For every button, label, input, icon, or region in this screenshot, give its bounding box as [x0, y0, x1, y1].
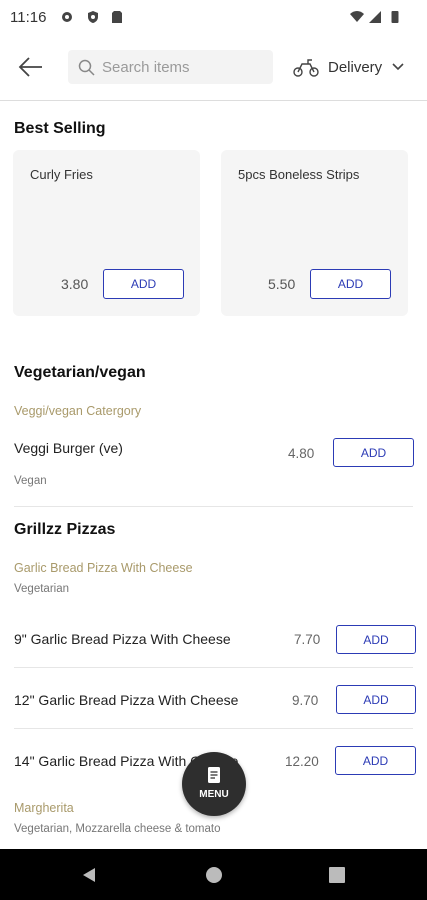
shield-icon [88, 11, 98, 23]
menu-item-name: Veggi Burger (ve) [14, 440, 123, 456]
menu-button[interactable]: MENU [182, 752, 246, 816]
chevron-down-icon [392, 63, 404, 71]
search-icon [78, 59, 95, 76]
settings-icon [62, 12, 72, 22]
menu-item-name: 9" Garlic Bread Pizza With Cheese [14, 631, 231, 647]
section-title-vegetarian: Vegetarian/vegan [14, 364, 146, 381]
status-time: 11:16 [10, 9, 47, 26]
menu-item-price: 7.70 [294, 632, 321, 647]
product-card[interactable]: Curly Fries 3.80 ADD [13, 150, 200, 316]
scooter-icon [293, 59, 319, 77]
search-input[interactable]: Search items [68, 50, 273, 84]
nav-recents-icon[interactable] [329, 867, 345, 883]
add-button[interactable]: ADD [310, 269, 391, 299]
menu-item-price: 9.70 [292, 693, 319, 708]
header: Search items Delivery [0, 36, 427, 100]
delivery-label: Delivery [328, 59, 383, 76]
search-placeholder: Search items [102, 59, 190, 76]
menu-item-name: 12" Garlic Bread Pizza With Cheese [14, 692, 239, 708]
menu-document-icon [208, 767, 220, 783]
product-name: Curly Fries [30, 167, 93, 182]
product-name: 5pcs Boneless Strips [238, 167, 360, 182]
header-divider [0, 100, 427, 101]
add-button[interactable]: ADD [103, 269, 184, 299]
menu-item-price: 4.80 [288, 446, 315, 461]
status-bar: 11:16 [0, 0, 427, 36]
nav-home-icon[interactable] [205, 866, 223, 884]
system-nav-bar [0, 849, 427, 900]
row-divider [14, 506, 413, 507]
row-divider [14, 667, 413, 668]
add-button[interactable]: ADD [335, 746, 416, 775]
sim-card-icon [112, 11, 122, 23]
row-divider [14, 728, 413, 729]
category-description: Vegetarian [14, 583, 69, 595]
category-title: Garlic Bread Pizza With Cheese [14, 561, 193, 575]
back-arrow-icon[interactable] [14, 52, 48, 82]
wifi-icon [350, 11, 364, 22]
category-title: Margherita [14, 801, 74, 815]
add-button[interactable]: ADD [336, 685, 416, 714]
section-title-best-selling: Best Selling [14, 120, 106, 137]
menu-item-price: 12.20 [285, 754, 319, 769]
add-button[interactable]: ADD [336, 625, 416, 654]
menu-button-label: MENU [199, 789, 229, 800]
category-title: Veggi/vegan Catergory [14, 404, 142, 418]
delivery-selector[interactable]: Delivery [292, 50, 412, 84]
product-price: 3.80 [61, 276, 89, 292]
nav-back-icon[interactable] [80, 866, 98, 884]
signal-icon [369, 11, 381, 23]
product-card[interactable]: 5pcs Boneless Strips 5.50 ADD [221, 150, 408, 316]
add-button[interactable]: ADD [333, 438, 414, 467]
product-price: 5.50 [268, 276, 296, 292]
menu-item-description: Vegan [14, 475, 47, 487]
battery-icon [391, 11, 399, 23]
category-description: Vegetarian, Mozzarella cheese & tomato [14, 823, 221, 835]
section-title-pizzas: Grillzz Pizzas [14, 521, 116, 538]
